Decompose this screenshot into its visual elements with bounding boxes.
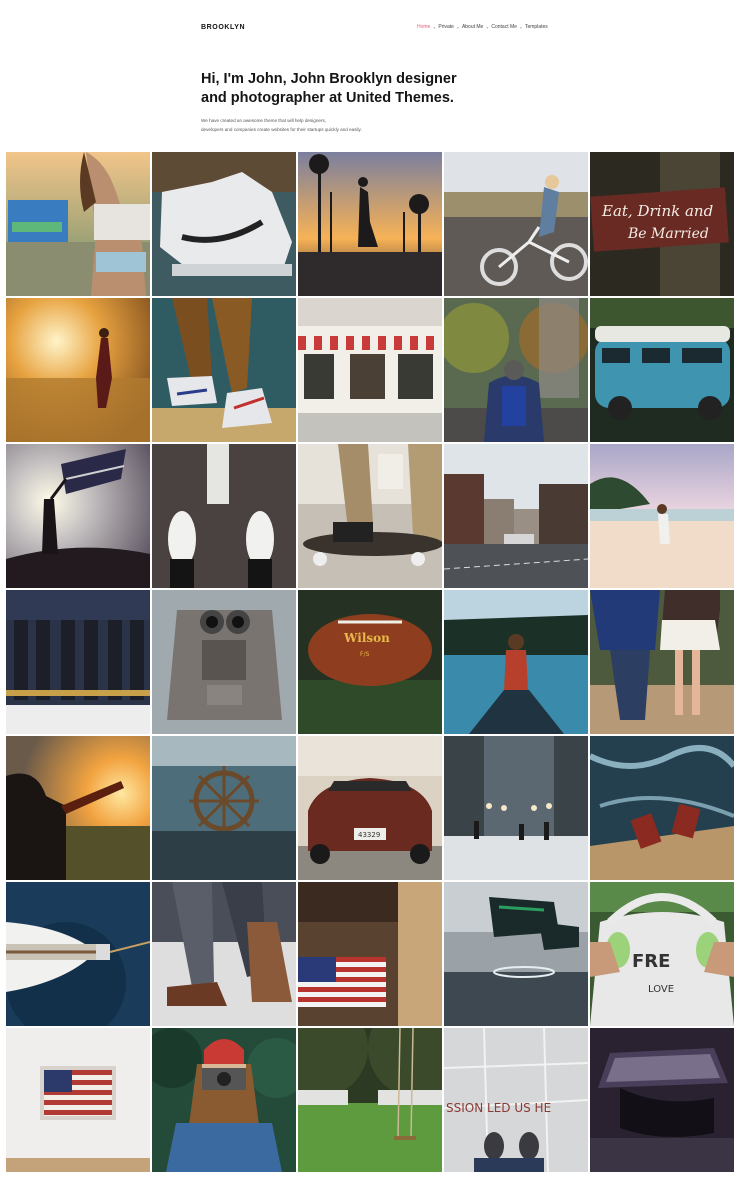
site-header: BROOKLYN Home ▾ Private ▾ About Me ▾ Con… — [0, 0, 740, 60]
photo-canoe-lake[interactable] — [444, 590, 588, 734]
nav-chevron-icon: ▾ — [433, 24, 436, 30]
nav-contact-me[interactable]: Contact Me — [491, 24, 517, 30]
hero-subtitle-line-2: developers and companies create websites… — [201, 126, 362, 132]
hero-section: Hi, I'm John, John Brooklyn designer and… — [201, 70, 501, 134]
shirt-text: FRE — [632, 951, 670, 972]
photo-skater-sunset-palms[interactable] — [298, 152, 442, 296]
photo-adidas-skate-shoes[interactable] — [152, 298, 296, 442]
license-plate-text: 43329 — [358, 831, 380, 839]
photo-girl-camera-red-beanie[interactable] — [152, 1028, 296, 1172]
photo-couple-holding-hands[interactable] — [590, 590, 734, 734]
photo-groomsmen-socks[interactable] — [6, 590, 150, 734]
shirt-text-2: LOVE — [648, 984, 674, 995]
photo-american-flag-barn[interactable] — [298, 882, 442, 1026]
photo-girl-golden-field[interactable] — [6, 298, 150, 442]
photo-backpacker-city[interactable] — [444, 298, 588, 442]
photo-city-street[interactable] — [444, 444, 588, 588]
nav-private[interactable]: Private — [438, 24, 454, 30]
photo-ship-wheel[interactable] — [152, 736, 296, 880]
photo-skateboard-feet[interactable] — [298, 444, 442, 588]
floor-text: SSION LED US HE — [446, 1101, 551, 1115]
nav-chevron-icon: ▾ — [519, 24, 522, 30]
photo-man-drinking-sunset[interactable] — [6, 736, 150, 880]
site-logo[interactable]: BROOKLYN — [201, 24, 245, 31]
photo-feet-ocean-rocks[interactable] — [590, 736, 734, 880]
photo-snowy-city-street[interactable] — [444, 736, 588, 880]
nav-templates[interactable]: Templates — [525, 24, 548, 30]
photo-beach-runner[interactable] — [590, 444, 734, 588]
hero-title-line-2: and photographer at United Themes. — [201, 89, 454, 106]
photo-red-corvette[interactable]: 43329 — [298, 736, 442, 880]
sign-text-1: Eat, Drink and — [601, 202, 713, 220]
nav-chevron-icon: ▾ — [486, 24, 489, 30]
main-nav: Home ▾ Private ▾ About Me ▾ Contact Me ▾… — [417, 24, 548, 30]
nav-chevron-icon: ▾ — [456, 24, 459, 30]
photo-wilson-football[interactable]: Wilson F/S — [298, 590, 442, 734]
photo-sneakers-puddle[interactable] — [444, 882, 588, 1026]
photo-flag-painting-wall[interactable] — [6, 1028, 150, 1172]
photo-car-window-lying[interactable] — [590, 1028, 734, 1172]
photo-white-shoes-road[interactable] — [152, 444, 296, 588]
photo-passion-floor-text[interactable]: SSION LED US HE — [444, 1028, 588, 1172]
football-model-text: F/S — [360, 651, 369, 658]
hero-title: Hi, I'm John, John Brooklyn designer and… — [201, 70, 501, 107]
photo-blue-vw-van[interactable] — [590, 298, 734, 442]
football-brand-text: Wilson — [343, 631, 390, 645]
photo-gallery-grid: Eat, Drink and Be Married Wilson F/S 433… — [6, 152, 734, 1173]
photo-boots-snow[interactable] — [152, 882, 296, 1026]
photo-girl-billboard[interactable] — [6, 152, 150, 296]
photo-storefront-awning[interactable] — [298, 298, 442, 442]
photo-girl-bicycle[interactable] — [444, 152, 588, 296]
hero-subtitle-line-1: We have created an awesome theme that wi… — [201, 118, 327, 123]
photo-swing-park[interactable] — [298, 1028, 442, 1172]
nav-about-me[interactable]: About Me — [462, 24, 483, 30]
nav-home[interactable]: Home — [417, 24, 430, 30]
photo-headphones-shirt[interactable]: FRE LOVE — [590, 882, 734, 1026]
hero-subtitle: We have created an awesome theme that wi… — [201, 117, 401, 134]
photo-binocular-viewer[interactable] — [152, 590, 296, 734]
hero-title-line-1: Hi, I'm John, John Brooklyn designer — [201, 71, 457, 87]
photo-boat-from-above[interactable] — [6, 882, 150, 1026]
photo-nike-sneaker[interactable] — [152, 152, 296, 296]
photo-flag-silhouette[interactable] — [6, 444, 150, 588]
sign-text-2: Be Married — [627, 226, 709, 242]
photo-eat-drink-married-sign[interactable]: Eat, Drink and Be Married — [590, 152, 734, 296]
